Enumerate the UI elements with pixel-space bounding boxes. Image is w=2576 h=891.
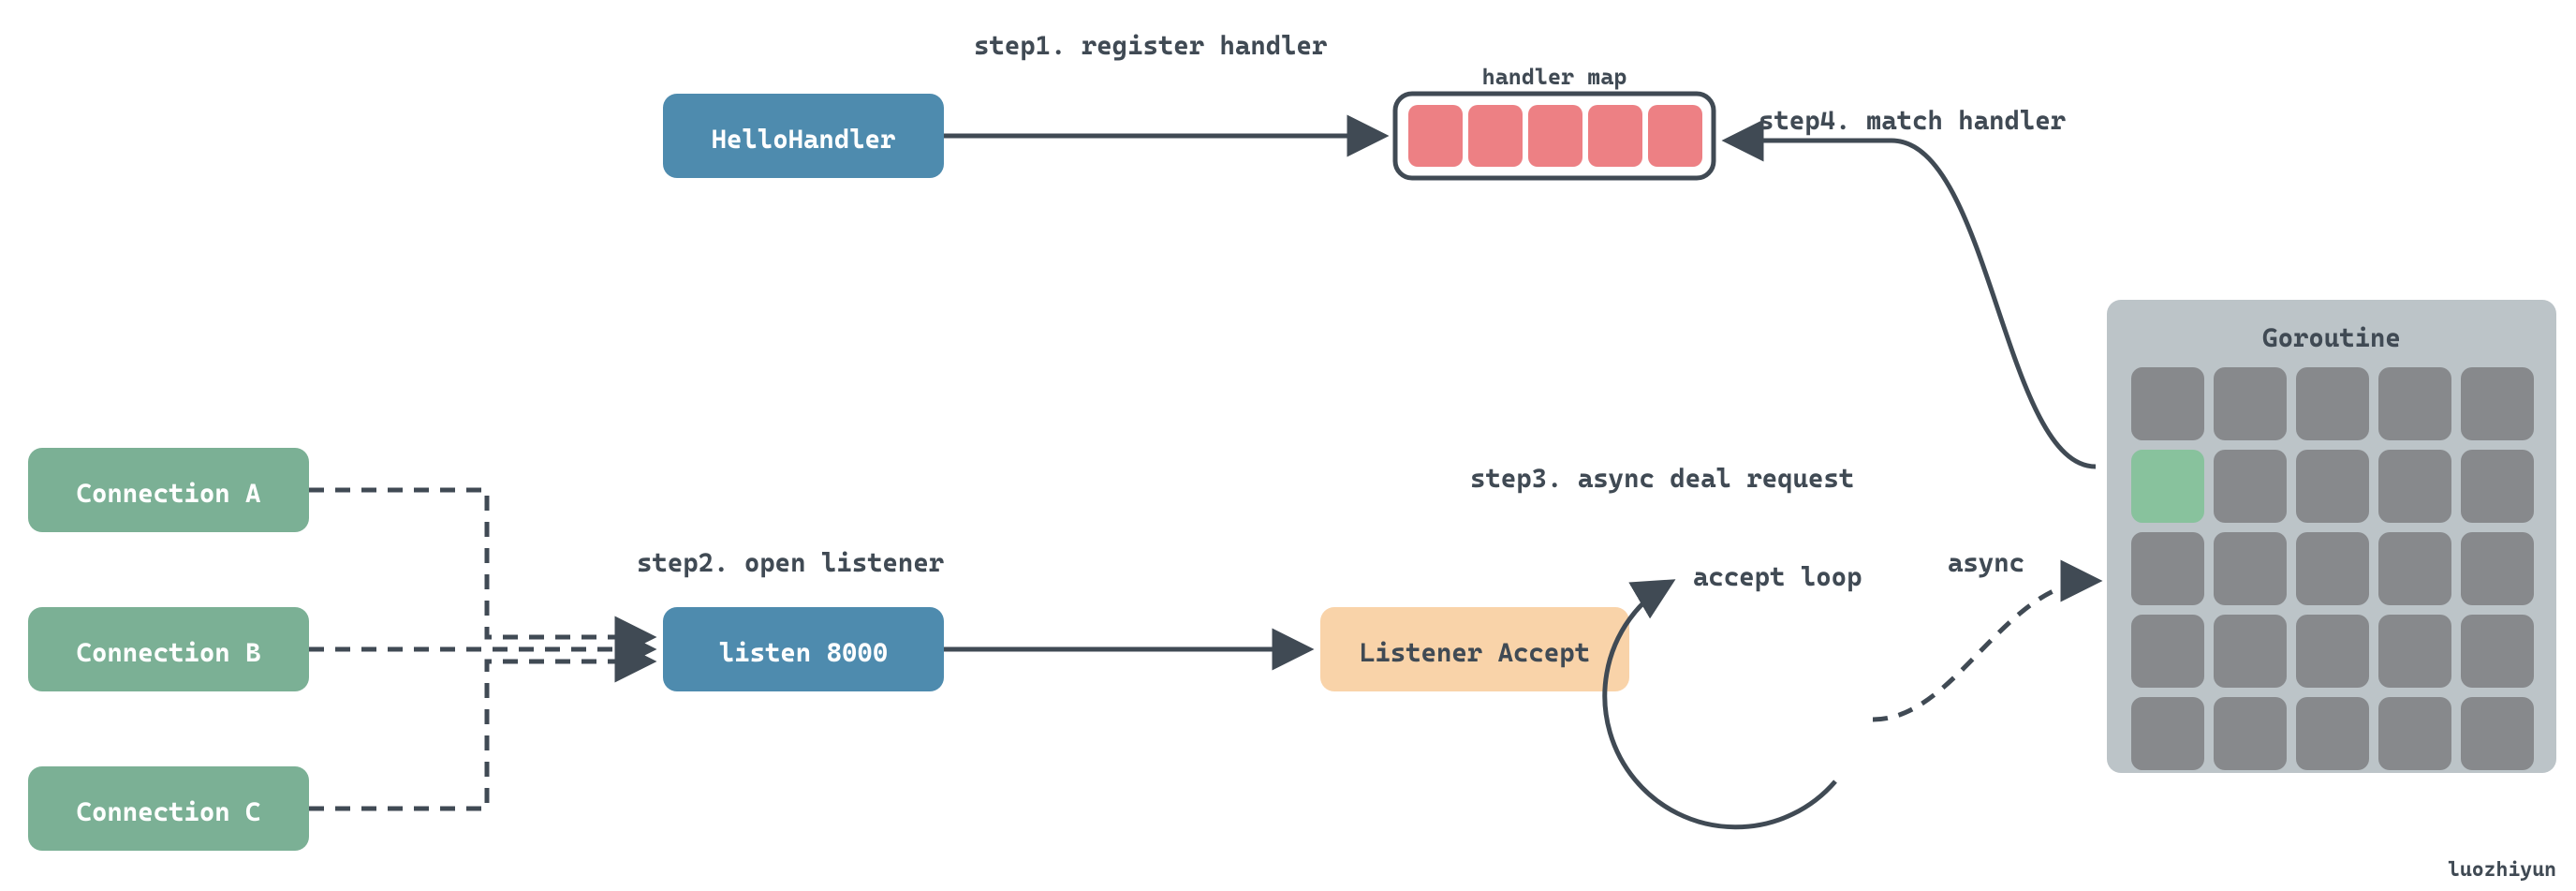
goroutine-cell-active — [2131, 450, 2204, 523]
handler-slot — [1588, 105, 1642, 167]
connection-c-text: Connection C — [77, 796, 261, 827]
diagram-canvas: HelloHandler step1. register handler han… — [0, 0, 2576, 891]
arrow-match-handler — [1729, 141, 2096, 467]
accept-loop-arrow — [1605, 583, 1835, 827]
handler-slot — [1408, 105, 1463, 167]
conn-a-arrow — [309, 490, 650, 637]
connection-a-text: Connection A — [77, 478, 261, 509]
handler-map-label: handler map — [1482, 64, 1627, 90]
conn-c-arrow — [309, 661, 650, 809]
step2-label: step2. open listener — [637, 547, 944, 578]
async-label: async — [1948, 547, 2024, 578]
step3-label: step3. async deal request — [1470, 463, 1854, 494]
connection-b-text: Connection B — [77, 637, 261, 668]
handler-slot — [1528, 105, 1582, 167]
handler-slot — [1648, 105, 1702, 167]
hello-handler-text: HelloHandler — [712, 124, 896, 155]
async-arrow — [1873, 581, 2096, 720]
handler-slot — [1468, 105, 1523, 167]
step1-label: step1. register handler — [974, 30, 1327, 61]
goroutine-grid — [2131, 367, 2534, 770]
goroutine-title: Goroutine — [2262, 322, 2401, 353]
accept-loop-label: accept loop — [1693, 561, 1862, 592]
listen-text: listen 8000 — [719, 637, 888, 668]
step4-label: step4. match handler — [1759, 105, 2066, 136]
listener-accept-text: Listener Accept — [1360, 637, 1590, 668]
credit-text: luozhiyun — [2448, 858, 2556, 882]
